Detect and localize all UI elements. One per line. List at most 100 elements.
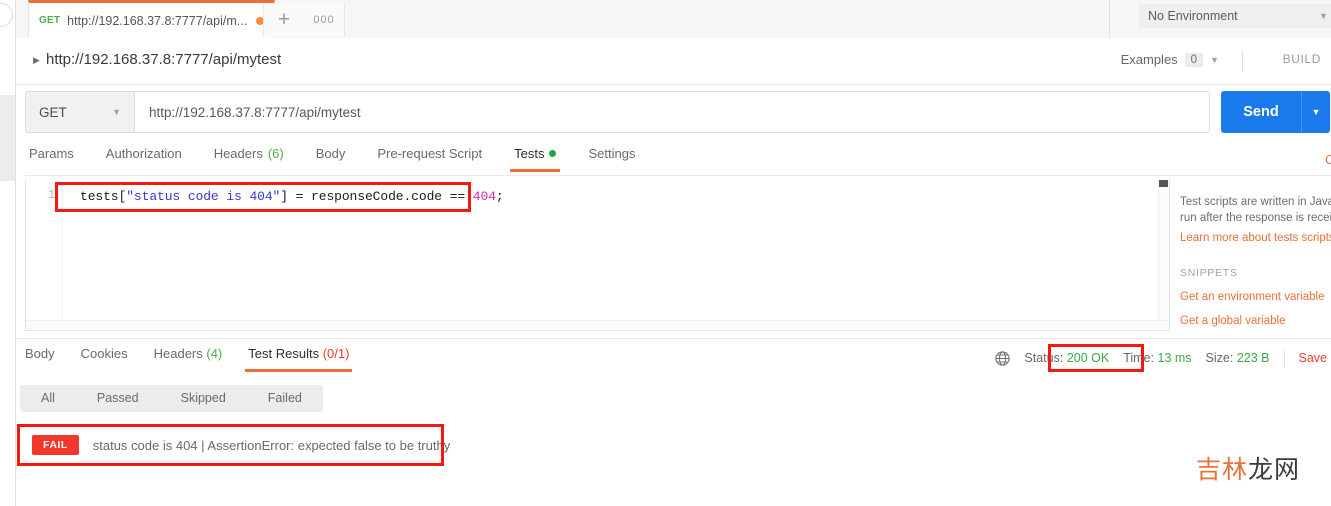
code-token-number: 404: [472, 189, 496, 204]
send-button-label: Send: [1243, 104, 1279, 120]
send-button[interactable]: Send: [1221, 91, 1301, 133]
response-tab-cookies[interactable]: Cookies: [68, 346, 141, 372]
cookies-link-partial[interactable]: C: [1325, 152, 1331, 167]
build-button[interactable]: BUILD: [1283, 52, 1321, 66]
tab-settings[interactable]: Settings: [572, 146, 651, 172]
status-badge: FAIL: [32, 435, 79, 455]
tab-strip: GET http://192.168.37.8:7777/api/m... + …: [16, 0, 1331, 39]
tab-headers-label: Headers: [213, 146, 263, 161]
tab-pre-request-script-label: Pre-request Script: [377, 146, 483, 161]
editor-vertical-scrollbar[interactable]: [1158, 180, 1169, 330]
editor-line-number: 1: [48, 189, 55, 202]
tests-code-editor[interactable]: 1 tests["status code is 404"] = response…: [25, 180, 1170, 331]
filter-failed[interactable]: Failed: [247, 385, 323, 412]
time-value: 13 ms: [1157, 351, 1192, 365]
tab-settings-label: Settings: [588, 146, 636, 161]
editor-horizontal-scrollbar[interactable]: [26, 320, 1169, 330]
send-options-button[interactable]: ▼: [1302, 91, 1330, 133]
size-value: 223 B: [1236, 351, 1270, 365]
tab-headers[interactable]: Headers (6): [198, 146, 300, 172]
watermark-part-b: 龙网: [1248, 455, 1301, 484]
test-result-message: status code is 404 | AssertionError: exp…: [92, 437, 451, 453]
test-result-row: FAIL status code is 404 | AssertionError…: [22, 429, 450, 461]
snippets-heading: SNIPPETS: [1180, 267, 1238, 279]
tab-params-label: Params: [29, 146, 74, 161]
size-label: Size:: [1205, 351, 1234, 365]
editor-scrollbar-thumb[interactable]: [1159, 180, 1168, 187]
tests-docs-panel: Test scripts are written in JavaScr run …: [1171, 180, 1331, 331]
code-token-semicolon: ;: [495, 189, 504, 204]
editor-gutter: 1: [26, 180, 63, 330]
status-label: Status:: [1024, 351, 1064, 365]
tab-tests[interactable]: Tests: [498, 146, 572, 172]
request-tab-method: GET: [39, 15, 61, 26]
examples-count-badge: 0: [1184, 52, 1204, 67]
chevron-down-icon: ▼: [1210, 54, 1219, 65]
response-tab-body[interactable]: Body: [20, 346, 68, 372]
code-token-tests: tests[: [80, 189, 127, 204]
sidebar-toggle-circle-icon[interactable]: [0, 3, 13, 27]
learn-more-link[interactable]: Learn more about tests scripts: [1180, 230, 1331, 246]
response-section-divider: [16, 338, 1331, 339]
response-tabs: Body Cookies Headers (4) Test Results (0…: [20, 346, 362, 372]
docs-line-1: Test scripts are written in JavaScr: [1180, 196, 1331, 208]
tab-body-label: Body: [315, 146, 346, 161]
postman-app-window: GET http://192.168.37.8:7777/api/m... + …: [0, 0, 1331, 506]
filter-all[interactable]: All: [20, 385, 76, 412]
examples-control[interactable]: Examples 0 ▼: [1121, 52, 1219, 67]
test-result-filters: All Passed Skipped Failed: [20, 385, 323, 412]
docs-line-2: run after the response is receive: [1180, 212, 1331, 224]
response-tab-headers[interactable]: Headers (4): [141, 346, 236, 372]
environment-selected-label: No Environment: [1148, 9, 1238, 23]
page-title: http://192.168.37.8:7777/api/mytest: [46, 51, 282, 68]
status-bar-divider: [1283, 349, 1285, 367]
status-value: 200 OK: [1066, 351, 1110, 365]
tabstrip-divider: [1109, 0, 1110, 38]
chevron-down-icon: ▼: [1319, 11, 1328, 21]
chevron-down-icon: ▼: [112, 107, 121, 117]
more-tabs-button[interactable]: 000: [304, 3, 345, 37]
response-tab-test-results[interactable]: Test Results (0/1): [235, 346, 362, 372]
save-response-button[interactable]: Save: [1299, 351, 1328, 365]
left-rail: [0, 0, 16, 506]
plus-icon: +: [277, 8, 291, 31]
triangle-right-icon[interactable]: ▶: [33, 55, 40, 66]
new-tab-button[interactable]: +: [263, 3, 305, 37]
ellipsis-icon: 000: [313, 14, 335, 26]
filter-skipped[interactable]: Skipped: [160, 385, 247, 412]
time-label: Time:: [1123, 351, 1155, 365]
snippet-get-global-variable[interactable]: Get a global variable: [1180, 315, 1331, 327]
chevron-down-icon: ▼: [1311, 107, 1321, 117]
response-tab-headers-count: (4): [206, 346, 223, 361]
globe-icon[interactable]: [995, 350, 1011, 366]
request-tab-name: http://192.168.37.8:7777/api/m...: [67, 13, 248, 28]
tab-authorization-label: Authorization: [105, 146, 182, 161]
code-token-string: "status code is 404": [126, 189, 281, 204]
tab-headers-count: (6): [267, 146, 284, 161]
tab-pre-request-script[interactable]: Pre-request Script: [361, 146, 498, 172]
url-input[interactable]: http://192.168.37.8:7777/api/mytest: [135, 91, 1210, 133]
watermark: 吉林龙网: [1196, 450, 1300, 486]
http-method-value: GET: [39, 104, 67, 120]
code-token-assignment: ] = responseCode.code ==: [280, 189, 473, 204]
response-tab-cookies-label: Cookies: [80, 346, 128, 361]
tab-authorization[interactable]: Authorization: [90, 146, 198, 172]
http-method-select[interactable]: GET ▼: [25, 91, 135, 133]
request-tabs-underline: [25, 175, 1331, 176]
url-input-value: http://192.168.37.8:7777/api/mytest: [149, 104, 361, 120]
tab-params[interactable]: Params: [25, 146, 90, 172]
size-label-group: Size: 223 B: [1206, 351, 1270, 365]
tab-tests-label: Tests: [514, 146, 545, 161]
response-tab-test-results-count: (0/1): [322, 346, 350, 361]
snippet-get-environment-variable[interactable]: Get an environment variable: [1180, 291, 1331, 303]
tab-body[interactable]: Body: [300, 146, 362, 172]
tests-active-dot-icon: [549, 150, 557, 157]
response-tab-headers-label: Headers: [153, 346, 203, 361]
request-tab-active[interactable]: GET http://192.168.37.8:7777/api/m...: [28, 0, 276, 38]
status-label-group: Status: 200 OK: [1024, 351, 1109, 365]
environment-selector[interactable]: No Environment ▼: [1138, 4, 1331, 28]
filter-passed[interactable]: Passed: [76, 385, 160, 412]
request-tabs: Params Authorization Headers (6) Body Pr…: [25, 146, 1331, 176]
url-bar: GET ▼ http://192.168.37.8:7777/api/mytes…: [25, 91, 1330, 133]
sidebar-collapsed-block[interactable]: [0, 95, 15, 181]
